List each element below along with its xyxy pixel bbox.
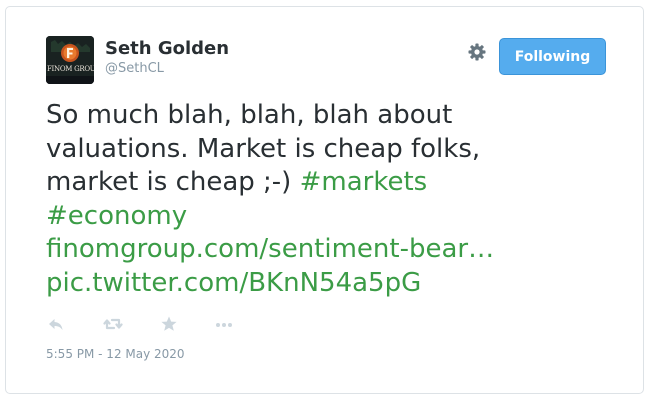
gear-icon[interactable] [467,42,487,62]
article-link[interactable]: finomgroup.com/sentiment-bear… [46,234,494,264]
hashtag-markets[interactable]: #markets [300,167,428,197]
hashtag-economy[interactable]: #economy [46,201,187,231]
tweet-text-line-3: market is cheap ;-) [46,167,300,197]
tweet-text: So much blah, blah, blah about valuation… [46,99,606,300]
reply-icon[interactable] [46,314,66,334]
star-icon[interactable] [159,314,179,334]
tweet-card: FINOM GROUP Seth Golden @SethCL Followin… [5,6,644,394]
user-handle[interactable]: @SethCL [105,61,164,76]
more-icon[interactable] [214,314,234,334]
tweet-text-line-1: So much blah, blah, blah about [46,100,453,130]
avatar[interactable]: FINOM GROUP [46,36,94,84]
timestamp[interactable]: 5:55 PM - 12 May 2020 [46,347,185,361]
avatar-logo-text: FINOM GROUP [47,65,94,73]
pic-link[interactable]: pic.twitter.com/BKnN54a5pG [46,268,421,298]
tweet-text-line-2: valuations. Market is cheap folks, [46,133,481,164]
display-name[interactable]: Seth Golden [105,38,229,59]
avatar-logo [46,36,94,84]
retweet-icon[interactable] [103,314,123,334]
following-button[interactable]: Following [499,38,606,75]
